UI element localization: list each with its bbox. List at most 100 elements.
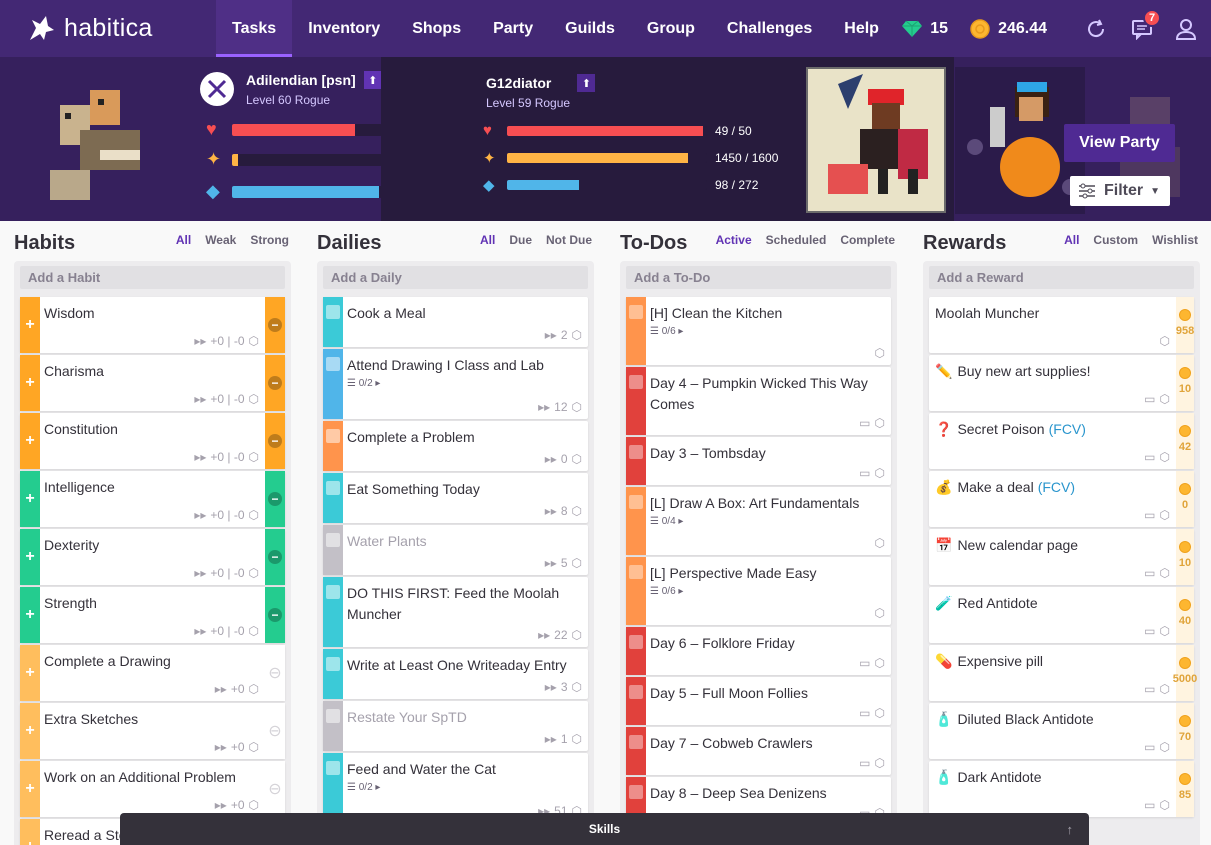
- todo-text[interactable]: [H] Clean the Kitchen: [650, 303, 887, 324]
- habit-plus-button[interactable]: +: [20, 529, 40, 585]
- tag-icon[interactable]: ⬡: [249, 798, 259, 812]
- nav-link-shops[interactable]: Shops: [396, 0, 477, 57]
- gems-display[interactable]: 15: [902, 20, 948, 38]
- tag-icon[interactable]: ⬡: [1160, 508, 1170, 522]
- reward-cost[interactable]: 5000: [1173, 645, 1197, 701]
- tab-wishlist[interactable]: Wishlist: [1145, 233, 1205, 255]
- todo-checkbox[interactable]: [626, 367, 646, 435]
- habit-text[interactable]: Intelligence: [44, 477, 261, 498]
- tag-icon[interactable]: ⬡: [249, 508, 259, 522]
- todo-text[interactable]: Day 7 – Cobweb Crawlers: [650, 733, 887, 754]
- tag-icon[interactable]: ⬡: [249, 624, 259, 638]
- tab-complete[interactable]: Complete: [833, 233, 902, 255]
- nav-link-group[interactable]: Group: [631, 0, 711, 57]
- nav-link-guilds[interactable]: Guilds: [549, 0, 631, 57]
- daily-checkbox[interactable]: [323, 297, 343, 347]
- tag-icon[interactable]: ⬡: [875, 606, 885, 620]
- daily-checkbox[interactable]: [323, 577, 343, 647]
- todo-checkbox[interactable]: [626, 727, 646, 775]
- habit-text[interactable]: Complete a Drawing: [44, 651, 261, 672]
- todo-checkbox[interactable]: [626, 297, 646, 365]
- filter-button[interactable]: Filter ▼: [1070, 176, 1170, 206]
- add-habit-input[interactable]: Add a Habit: [20, 266, 285, 289]
- habit-plus-button[interactable]: +: [20, 761, 40, 817]
- view-party-button[interactable]: View Party: [1064, 124, 1175, 162]
- tag-icon[interactable]: ⬡: [572, 556, 582, 570]
- habit-text[interactable]: Charisma: [44, 361, 261, 382]
- daily-text[interactable]: Eat Something Today: [347, 479, 584, 500]
- reward-item[interactable]: 🧴 Dark Antidote ▭ ⬡ 85: [929, 761, 1194, 817]
- tag-icon[interactable]: ⬡: [249, 450, 259, 464]
- tab-all[interactable]: All: [168, 233, 199, 265]
- habit-plus-button[interactable]: +: [20, 819, 40, 845]
- tab-weak[interactable]: Weak: [198, 233, 243, 255]
- todo-checkbox[interactable]: [626, 487, 646, 555]
- daily-text[interactable]: Attend Drawing I Class and Lab: [347, 355, 584, 376]
- todo-text[interactable]: [L] Draw A Box: Art Fundamentals: [650, 493, 887, 514]
- habit-plus-button[interactable]: +: [20, 471, 40, 527]
- daily-text[interactable]: Water Plants: [347, 531, 584, 552]
- tab-all[interactable]: All: [1057, 233, 1087, 265]
- user-avatar[interactable]: [40, 85, 160, 210]
- reward-cost[interactable]: 42: [1176, 413, 1194, 469]
- tag-icon[interactable]: ⬡: [1160, 682, 1170, 696]
- habit-plus-button[interactable]: +: [20, 297, 40, 353]
- habit-minus-button[interactable]: −: [265, 471, 285, 527]
- tag-icon[interactable]: ⬡: [1160, 450, 1170, 464]
- reward-item[interactable]: 📅 New calendar page ▭ ⬡ 10: [929, 529, 1194, 585]
- reward-item[interactable]: 💰 Make a deal (FCV) ▭ ⬡ 0: [929, 471, 1194, 527]
- tag-icon[interactable]: ⬡: [875, 706, 885, 720]
- habit-plus-button[interactable]: +: [20, 587, 40, 643]
- tag-icon[interactable]: ⬡: [875, 656, 885, 670]
- todo-checkbox[interactable]: [626, 627, 646, 675]
- reward-cost[interactable]: 10: [1176, 355, 1194, 411]
- daily-checkbox[interactable]: [323, 349, 343, 419]
- habit-text[interactable]: Strength: [44, 593, 261, 614]
- tag-icon[interactable]: ⬡: [1160, 334, 1170, 348]
- add-reward-input[interactable]: Add a Reward: [929, 266, 1194, 289]
- todo-checkbox[interactable]: [626, 557, 646, 625]
- habit-minus-button[interactable]: −: [265, 297, 285, 353]
- checklist-count[interactable]: ☰ 0/2 ▸: [347, 378, 584, 389]
- tag-icon[interactable]: ⬡: [249, 334, 259, 348]
- tag-icon[interactable]: ⬡: [572, 732, 582, 746]
- daily-text[interactable]: Cook a Meal: [347, 303, 584, 324]
- habit-text[interactable]: Wisdom: [44, 303, 261, 324]
- tag-icon[interactable]: ⬡: [875, 416, 885, 430]
- tab-not-due[interactable]: Not Due: [539, 233, 599, 255]
- daily-checkbox[interactable]: [323, 525, 343, 575]
- habit-text[interactable]: Dexterity: [44, 535, 261, 556]
- tag-icon[interactable]: ⬡: [875, 536, 885, 550]
- tag-icon[interactable]: ⬡: [875, 756, 885, 770]
- daily-text[interactable]: Write at Least One Writeaday Entry: [347, 655, 584, 676]
- todo-text[interactable]: Day 4 – Pumpkin Wicked This Way Comes: [650, 373, 887, 415]
- daily-checkbox[interactable]: [323, 473, 343, 523]
- skills-drawer[interactable]: Skills ↑: [120, 813, 1089, 845]
- reward-item[interactable]: 🧴 Diluted Black Antidote ▭ ⬡ 70: [929, 703, 1194, 759]
- notifications-button[interactable]: 7: [1131, 8, 1161, 40]
- sync-button[interactable]: [1085, 18, 1107, 40]
- reward-item[interactable]: ❓ Secret Poison (FCV) ▭ ⬡ 42: [929, 413, 1194, 469]
- todo-text[interactable]: Day 6 – Folklore Friday: [650, 633, 887, 654]
- daily-checkbox[interactable]: [323, 421, 343, 471]
- tab-strong[interactable]: Strong: [243, 233, 296, 255]
- reward-cost[interactable]: 40: [1176, 587, 1194, 643]
- habit-text[interactable]: Work on an Additional Problem: [44, 767, 261, 788]
- todo-text[interactable]: Day 5 – Full Moon Follies: [650, 683, 887, 704]
- nav-link-inventory[interactable]: Inventory: [292, 0, 396, 57]
- add-todo-input[interactable]: Add a To-Do: [626, 266, 891, 289]
- party-member-1[interactable]: Adilendian [psn] ⬆ Level 60 Rogue: [200, 71, 382, 107]
- tag-icon[interactable]: ⬡: [875, 346, 885, 360]
- user-menu-button[interactable]: [1175, 18, 1197, 40]
- checklist-count[interactable]: ☰ 0/2 ▸: [347, 782, 584, 793]
- tag-icon[interactable]: ⬡: [572, 328, 582, 342]
- todo-checkbox[interactable]: [626, 437, 646, 485]
- nav-link-challenges[interactable]: Challenges: [711, 0, 828, 57]
- daily-text[interactable]: Complete a Problem: [347, 427, 584, 448]
- habit-minus-button[interactable]: −: [265, 529, 285, 585]
- checklist-count[interactable]: ☰ 0/4 ▸: [650, 516, 887, 527]
- daily-text[interactable]: DO THIS FIRST: Feed the Moolah Muncher: [347, 583, 584, 625]
- daily-checkbox[interactable]: [323, 701, 343, 751]
- habit-plus-button[interactable]: +: [20, 355, 40, 411]
- daily-checkbox[interactable]: [323, 649, 343, 699]
